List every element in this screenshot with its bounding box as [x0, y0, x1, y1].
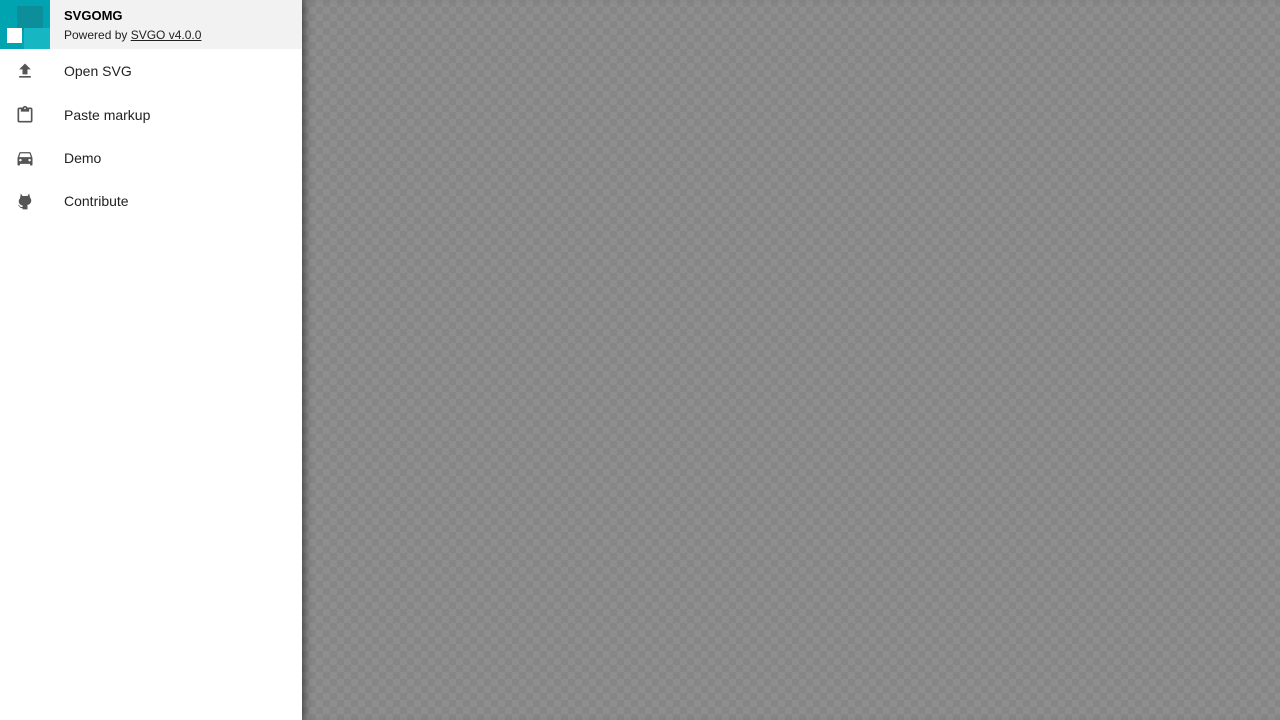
- menu-item-paste-markup[interactable]: Paste markup: [0, 93, 302, 136]
- app-root: SVGOMG Powered by SVGO v4.0.0 Open SVG P…: [0, 0, 1280, 720]
- menu-item-label: Paste markup: [64, 106, 151, 123]
- powered-by: Powered by SVGO v4.0.0: [64, 28, 201, 42]
- app-title: SVGOMG: [64, 8, 123, 23]
- svgo-version-link[interactable]: SVGO v4.0.0: [131, 28, 202, 42]
- menu-item-label: Demo: [64, 149, 102, 166]
- car-icon: [0, 148, 50, 168]
- menu-item-label: Open SVG: [64, 63, 132, 79]
- menu-item-open-svg[interactable]: Open SVG: [0, 49, 302, 93]
- github-icon: [0, 191, 50, 211]
- powered-by-prefix: Powered by: [64, 28, 128, 42]
- drawer-header: SVGOMG Powered by SVGO v4.0.0: [0, 0, 302, 49]
- upload-icon: [0, 61, 50, 81]
- menu-item-contribute[interactable]: Contribute: [0, 179, 302, 222]
- header-text: SVGOMG Powered by SVGO v4.0.0: [50, 0, 201, 49]
- side-drawer: SVGOMG Powered by SVGO v4.0.0 Open SVG P…: [0, 0, 302, 720]
- menu-item-label: Contribute: [64, 192, 129, 209]
- svg-canvas-area[interactable]: [302, 0, 1280, 720]
- menu-item-demo[interactable]: Demo: [0, 136, 302, 179]
- clipboard-icon: [0, 105, 50, 125]
- main-menu: Open SVG Paste markup Demo Contribute: [0, 49, 302, 222]
- svgomg-logo: [0, 0, 50, 49]
